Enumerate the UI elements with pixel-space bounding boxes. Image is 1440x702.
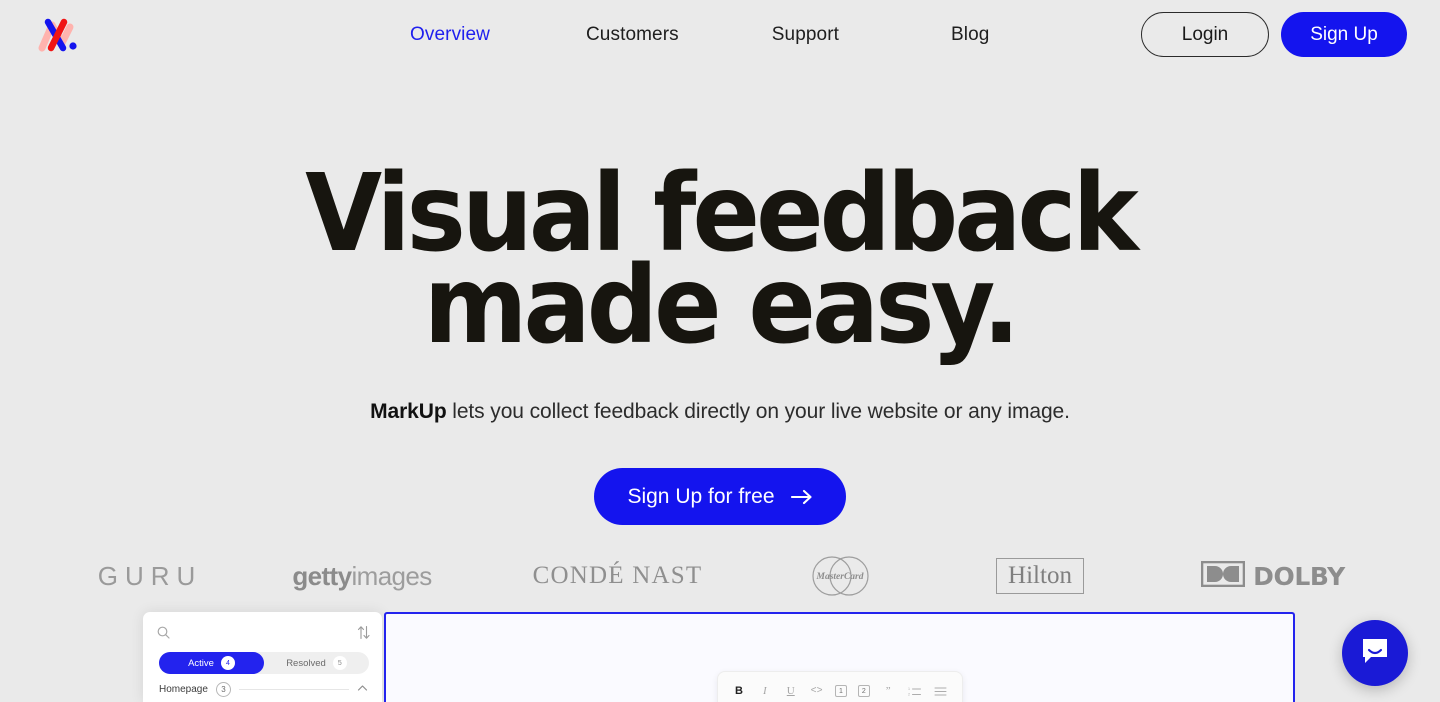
arrow-right-icon <box>790 489 813 505</box>
top-navbar: Overview Customers Support Blog Login Si… <box>0 0 1440 70</box>
search-input[interactable] <box>178 629 357 641</box>
ordered-list-button[interactable]: 1 2 <box>907 682 922 700</box>
italic-button[interactable]: I <box>757 682 772 700</box>
rich-text-toolbar: B I U <> 1 2 ” 1 2 <box>716 671 963 702</box>
trusted-by-logo-strip: GURU getty images CONDÉ NAST MasterCard H… <box>0 548 1440 604</box>
signup-button[interactable]: Sign Up <box>1281 12 1407 57</box>
logo-getty-light: images <box>351 560 432 591</box>
underline-button[interactable]: U <box>783 682 798 700</box>
svg-text:1: 1 <box>908 687 910 691</box>
hero-subheading-text: lets you collect feedback directly on yo… <box>446 400 1070 424</box>
logo-guru: GURU <box>70 548 230 604</box>
hero-subheading-brand: MarkUp <box>370 400 447 424</box>
quote-button[interactable]: ” <box>881 682 896 700</box>
svg-text:2: 2 <box>908 692 910 696</box>
nav-link-overview[interactable]: Overview <box>410 24 490 46</box>
intercom-chat-launcher[interactable] <box>1342 620 1408 686</box>
login-button[interactable]: Login <box>1141 12 1269 57</box>
status-filter-tabs: Active 4 Resolved 5 <box>159 652 369 674</box>
app-preview: Active 4 Resolved 5 Homepage 3 B I U <> … <box>0 612 1440 702</box>
list-item-count: 3 <box>215 682 231 697</box>
logo-mastercard: MasterCard <box>795 548 885 604</box>
bold-button[interactable]: B <box>732 682 747 700</box>
markup-logo-icon[interactable] <box>32 13 82 57</box>
code-button[interactable]: <> <box>809 682 824 700</box>
headline-line-2: made easy. <box>423 244 1020 369</box>
tab-active-count: 4 <box>220 656 235 670</box>
nav-link-customers[interactable]: Customers <box>586 24 679 46</box>
nav-links: Overview Customers Support Blog <box>410 0 989 70</box>
list-item[interactable]: Homepage 3 <box>159 682 368 697</box>
tab-active-label: Active <box>188 657 214 669</box>
tab-resolved-count: 5 <box>332 656 347 670</box>
tab-resolved-label: Resolved <box>286 657 326 669</box>
tab-resolved[interactable]: Resolved 5 <box>264 652 369 674</box>
landing-page: Overview Customers Support Blog Login Si… <box>0 0 1440 702</box>
logo-hilton-text: Hilton <box>996 558 1084 594</box>
logo-dolby: DOLBY <box>1198 548 1348 604</box>
search-icon <box>157 626 170 644</box>
logo-conde-nast: CONDÉ NAST <box>520 548 715 604</box>
cta-label: Sign Up for free <box>627 484 775 508</box>
list-item-label: Homepage <box>159 684 208 695</box>
logo-dot-icon <box>69 42 77 50</box>
app-preview-sidebar: Active 4 Resolved 5 Homepage 3 <box>143 612 382 702</box>
nav-link-blog[interactable]: Blog <box>951 24 989 46</box>
logo-getty-bold: getty <box>292 560 352 591</box>
page-title: Visual feedback made easy. <box>50 160 1389 369</box>
heading-2-button[interactable]: 2 <box>857 685 870 697</box>
svg-text:MasterCard: MasterCard <box>816 572 864 582</box>
signup-for-free-button[interactable]: Sign Up for free <box>594 468 846 526</box>
nav-actions: Login Sign Up <box>1141 12 1407 57</box>
dolby-double-d-icon <box>1200 560 1246 592</box>
logo-guru-text: GURU <box>97 560 203 591</box>
divider <box>238 689 349 690</box>
chevron-up-icon[interactable] <box>357 684 368 695</box>
sort-updown-icon[interactable] <box>357 625 370 645</box>
tab-active[interactable]: Active 4 <box>159 652 264 674</box>
nav-link-support[interactable]: Support <box>772 24 839 46</box>
bullet-list-button[interactable] <box>933 682 948 700</box>
chat-bubble-smile-icon <box>1359 635 1391 672</box>
logo-dolby-text: DOLBY <box>1253 561 1345 591</box>
hero-subheading: MarkUp lets you collect feedback directl… <box>0 400 1440 424</box>
logo-getty-images: getty images <box>282 548 442 604</box>
sidebar-search-row <box>157 620 370 650</box>
heading-1-button[interactable]: 1 <box>835 685 847 697</box>
app-preview-canvas[interactable]: B I U <> 1 2 ” 1 2 <box>384 612 1295 702</box>
logo-conde-nast-text: CONDÉ NAST <box>532 562 703 589</box>
hero-section: Visual feedback made easy. MarkUp lets y… <box>0 70 1440 526</box>
cta-wrapper: Sign Up for free <box>0 468 1440 526</box>
logo-hilton: Hilton <box>985 548 1095 604</box>
